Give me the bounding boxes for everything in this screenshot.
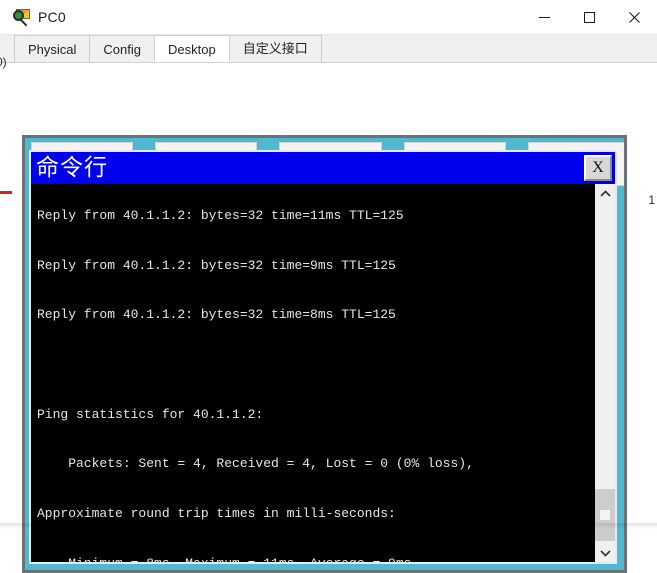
terminal-scrollbar[interactable] — [594, 184, 615, 562]
terminal-line: Packets: Sent = 4, Received = 4, Lost = … — [37, 456, 474, 472]
maximize-button[interactable] — [567, 0, 612, 34]
command-line-window: 命令行 X Reply from 40.1.1.2: bytes=32 time… — [29, 150, 617, 564]
scrollbar-thumb[interactable] — [595, 489, 615, 541]
tab-physical[interactable]: Physical — [14, 35, 91, 62]
packet-tracer-inspect-icon — [13, 8, 31, 27]
pc0-window: PC0 Physical Config Desktop 自定义接口) 1 命令… — [0, 0, 657, 573]
minimize-button[interactable] — [522, 0, 567, 34]
terminal-line: Minimum = 8ms, Maximum = 11ms, Average =… — [37, 556, 594, 562]
window-title: PC0 — [38, 9, 66, 25]
command-line-titlebar: 命令行 X — [31, 152, 615, 184]
command-line-body: Reply from 40.1.1.2: bytes=32 time=11ms … — [31, 184, 615, 562]
tab-content-area: 0) 1 命令行 X Reply from 40.1.1.2: bytes=3 — [0, 55, 657, 573]
edge-artifact-right-digit: 1 — [648, 193, 655, 207]
titlebar-left-group: PC0 — [0, 8, 66, 27]
command-line-close-button[interactable]: X — [584, 155, 612, 181]
window-titlebar: PC0 — [0, 0, 657, 35]
window-controls — [522, 0, 657, 34]
terminal-line: Approximate round trip times in milli-se… — [37, 505, 396, 521]
terminal-line: Reply from 40.1.1.2: bytes=32 time=8ms T… — [37, 307, 396, 323]
terminal-output[interactable]: Reply from 40.1.1.2: bytes=32 time=11ms … — [31, 184, 594, 562]
close-button[interactable] — [612, 0, 657, 34]
tab-config[interactable]: Config — [89, 35, 155, 62]
terminal-line: Reply from 40.1.1.2: bytes=32 time=9ms T… — [37, 257, 396, 273]
edge-artifact-red-line — [0, 191, 12, 194]
tab-desktop[interactable]: Desktop — [154, 35, 230, 62]
terminal-line: Ping statistics for 40.1.1.2: — [37, 406, 264, 422]
tab-bar: Physical Config Desktop 自定义接口 — [0, 35, 657, 63]
pc-desktop-surface: 命令行 X Reply from 40.1.1.2: bytes=32 time… — [22, 135, 627, 573]
scrollbar-track[interactable] — [595, 203, 615, 543]
scrollbar-down-arrow-icon[interactable] — [595, 543, 615, 562]
command-line-title: 命令行 — [36, 155, 108, 181]
terminal-line: Reply from 40.1.1.2: bytes=32 time=11ms … — [37, 208, 404, 224]
scrollbar-up-arrow-icon[interactable] — [595, 184, 615, 203]
tab-custom-interface[interactable]: 自定义接口 — [228, 35, 322, 62]
